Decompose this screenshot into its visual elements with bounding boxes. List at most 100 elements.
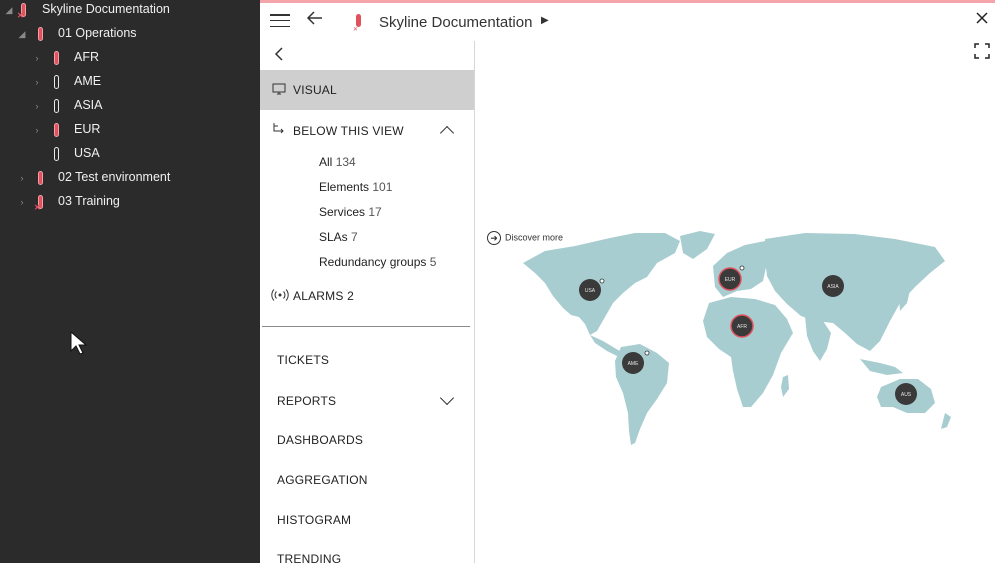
nav-item-label: VISUAL [293,83,337,97]
element-tree: ◢ ✕ Skyline Documentation ◢ 01 Operation… [0,0,260,563]
nav-item-histogram[interactable]: HISTOGRAM [277,513,351,527]
navigation-panel: VISUAL BELOW THIS VIEW All 134 Elements … [260,41,475,566]
nav-item-visual[interactable]: VISUAL [260,70,474,110]
chevron-down-icon[interactable] [439,390,455,406]
tree-root[interactable]: ◢ ✕ Skyline Documentation [0,0,260,22]
expand-arrow-icon[interactable]: › [32,101,42,111]
filter-item-all[interactable]: All 134 [319,155,356,169]
tree-item-label: AME [74,74,102,88]
filter-item-services[interactable]: Services 17 [319,205,382,219]
filter-item-redundancy-groups[interactable]: Redundancy groups 5 [319,255,436,269]
nav-item-alarms[interactable]: ALARMS 2 [260,285,474,307]
filter-count: 134 [335,155,356,169]
world-map: USA EUR ASIA AFR AME AUS [523,231,951,445]
visual-map-area: USA EUR ASIA AFR AME AUS ➜ Discover more [475,41,995,563]
tree-item-label: 01 Operations [58,26,137,40]
tree-item-eur[interactable]: › EUR [0,120,260,142]
land-masses [523,231,951,445]
africa-shape [703,297,793,407]
error-x-icon: ✕ [34,203,41,212]
filter-count: 17 [368,205,382,219]
tree-item-label: USA [74,146,100,160]
discover-more-link[interactable]: ➜ Discover more [487,231,563,245]
panel-back-icon[interactable] [274,46,284,67]
marker-dot [599,278,605,284]
collapse-arrow-icon[interactable]: ◢ [4,5,14,15]
tree-item-label: 03 Training [58,194,120,208]
nav-item-below-this-view[interactable]: BELOW THIS VIEW [260,119,474,141]
view-status-icon [54,75,59,89]
region-marker-afr[interactable]: AFR [730,314,754,338]
tree-item-ame[interactable]: › AME [0,72,260,94]
filter-count: 5 [429,255,437,269]
view-status-icon [38,27,43,41]
discover-more-label: Discover more [505,232,564,243]
filter-label: Elements [319,180,370,194]
tree-item-operations[interactable]: ◢ 01 Operations [0,24,260,46]
expand-arrow-icon[interactable]: › [32,125,42,135]
marker-label: AUS [901,392,912,398]
tree-item-label: EUR [74,122,101,136]
view-status-icon [54,51,59,65]
marker-label: ASIA [827,284,839,290]
filter-item-slas[interactable]: SLAs 7 [319,230,358,244]
app-header: ✕ Skyline Documentation ▶ [260,3,995,41]
new-zealand-shape [941,413,951,429]
alarms-count: 2 [347,289,354,303]
tree-item-test-environment[interactable]: › 02 Test environment [0,168,260,190]
filter-label: Services [319,205,366,219]
marker-label: USA [585,288,596,294]
nav-item-dashboards[interactable]: DASHBOARDS [277,433,363,447]
region-marker-aus[interactable]: AUS [895,383,917,405]
caret-right-icon[interactable]: ▶ [541,15,549,26]
tree-item-afr[interactable]: › AFR [0,48,260,70]
close-icon[interactable] [975,11,989,30]
tree-item-label: AFR [74,50,99,64]
tree-root-label: Skyline Documentation [42,2,170,16]
nav-item-trending[interactable]: TRENDING [277,552,341,566]
error-x-icon: ✕ [17,11,24,20]
arrow-circle-icon: ➜ [487,231,501,245]
view-status-icon [38,171,43,185]
mouse-cursor-icon [70,331,88,355]
tree-item-label: ASIA [74,98,103,112]
filter-item-elements[interactable]: Elements 101 [319,180,392,194]
marker-label: AME [628,361,640,367]
marker-label: EUR [725,277,736,283]
nav-item-tickets[interactable]: TICKETS [277,353,329,367]
expand-arrow-icon[interactable]: › [17,197,27,207]
expand-arrow-icon[interactable]: › [32,77,42,87]
chevron-up-icon[interactable] [439,125,455,141]
nav-item-reports[interactable]: REPORTS [260,390,474,411]
nav-item-label: BELOW THIS VIEW [293,124,404,138]
india-shape [805,316,831,361]
view-status-icon [54,123,59,137]
nav-item-aggregation[interactable]: AGGREGATION [277,473,368,487]
north-america-shape [523,233,680,335]
svg-text:✕: ✕ [353,27,358,31]
tree-item-asia[interactable]: › ASIA [0,96,260,118]
marker-dot [739,265,745,271]
view-logo-icon: ✕ [353,13,361,33]
alarms-label: ALARMS [293,289,344,303]
tree-item-training[interactable]: › ✕ 03 Training [0,192,260,214]
nav-item-label: ALARMS 2 [293,289,354,303]
marker-dot [644,350,650,356]
fullscreen-icon[interactable] [974,43,990,59]
indonesia-shape [860,359,903,375]
region-marker-asia[interactable]: ASIA [822,275,844,297]
filter-label: Redundancy groups [319,255,427,269]
greenland-shape [680,231,715,259]
marker-label: AFR [737,324,747,330]
nav-item-label: REPORTS [277,394,337,408]
collapse-arrow-icon[interactable]: ◢ [17,29,27,39]
hamburger-menu-icon[interactable] [270,14,290,28]
madagascar-shape [781,375,789,397]
expand-arrow-icon[interactable]: › [32,53,42,63]
divider [262,326,470,327]
filter-count: 7 [351,230,358,244]
tree-item-usa[interactable]: USA [0,144,260,166]
filter-label: All [319,155,333,169]
expand-arrow-icon[interactable]: › [17,173,27,183]
back-arrow-icon[interactable] [306,9,324,33]
